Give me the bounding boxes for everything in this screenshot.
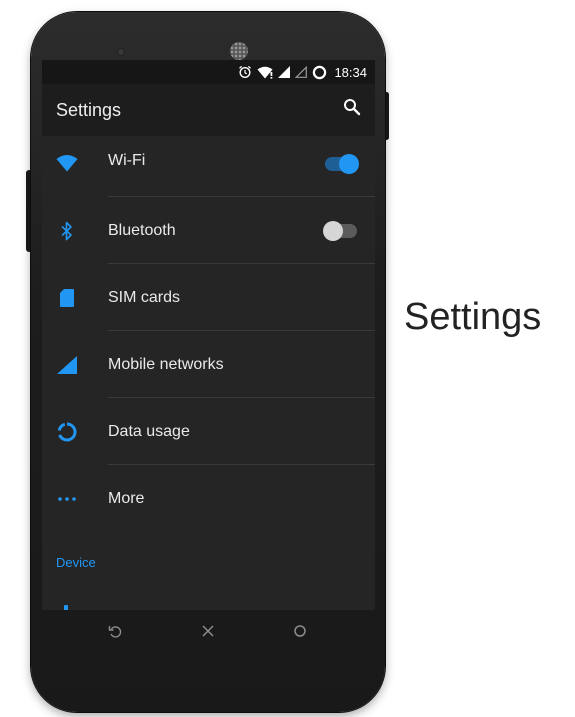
toggle-knob — [323, 221, 343, 241]
settings-item-label: SIM cards — [108, 288, 181, 306]
page-title: Settings — [56, 100, 122, 120]
wifi-toggle[interactable] — [325, 154, 359, 174]
search-button[interactable] — [341, 98, 363, 120]
nav-bar — [42, 610, 375, 656]
phone-screen: 18:34 Settings Wi-Fi Bluetooth SIM cards… — [42, 60, 375, 610]
bluetooth-toggle[interactable] — [323, 221, 357, 241]
settings-item-data-usage[interactable]: Data usage — [42, 398, 375, 465]
battery-ring-icon — [312, 65, 327, 80]
close-icon — [201, 624, 215, 643]
status-clock: 18:34 — [334, 64, 367, 80]
settings-item-label: Bluetooth — [108, 221, 176, 239]
close-button[interactable] — [199, 624, 217, 642]
home-circle-icon — [293, 624, 307, 643]
wifi-icon — [56, 152, 78, 174]
signal-icon — [56, 354, 78, 376]
app-bar: Settings — [42, 84, 375, 136]
more-dots-icon — [56, 488, 78, 510]
settings-item-mobile-networks[interactable]: Mobile networks — [42, 331, 375, 398]
back-button[interactable] — [106, 624, 124, 642]
settings-item-wifi[interactable]: Wi-Fi — [42, 136, 375, 197]
toggle-knob — [339, 154, 359, 174]
settings-item-label: Mobile networks — [108, 355, 224, 373]
cell-signal-empty-icon — [295, 66, 308, 78]
settings-item-label: Data usage — [108, 422, 190, 440]
settings-item-label: More — [108, 489, 145, 507]
settings-item-sim-cards[interactable]: SIM cards — [42, 264, 375, 331]
bluetooth-icon — [56, 220, 78, 242]
search-icon — [343, 98, 361, 121]
alarm-icon — [238, 65, 252, 79]
settings-item-bluetooth[interactable]: Bluetooth — [42, 197, 375, 264]
status-icons: 18:34 — [238, 64, 367, 80]
caption-title: Settings — [404, 296, 542, 338]
home-button[interactable] — [291, 624, 309, 642]
section-header-device: Device — [56, 555, 96, 570]
settings-list: Wi-Fi Bluetooth SIM cards Mobile network… — [42, 136, 375, 532]
wifi-signal-icon — [257, 66, 273, 79]
data-usage-icon — [56, 421, 78, 443]
earpiece-speaker — [230, 42, 248, 60]
cell-signal-icon — [278, 66, 291, 78]
status-bar: 18:34 — [42, 60, 375, 84]
settings-item-label: Wi-Fi — [108, 152, 146, 169]
front-camera — [117, 48, 125, 56]
settings-item-more[interactable]: More — [42, 465, 375, 532]
back-icon — [107, 623, 123, 644]
sim-card-icon — [56, 287, 78, 309]
